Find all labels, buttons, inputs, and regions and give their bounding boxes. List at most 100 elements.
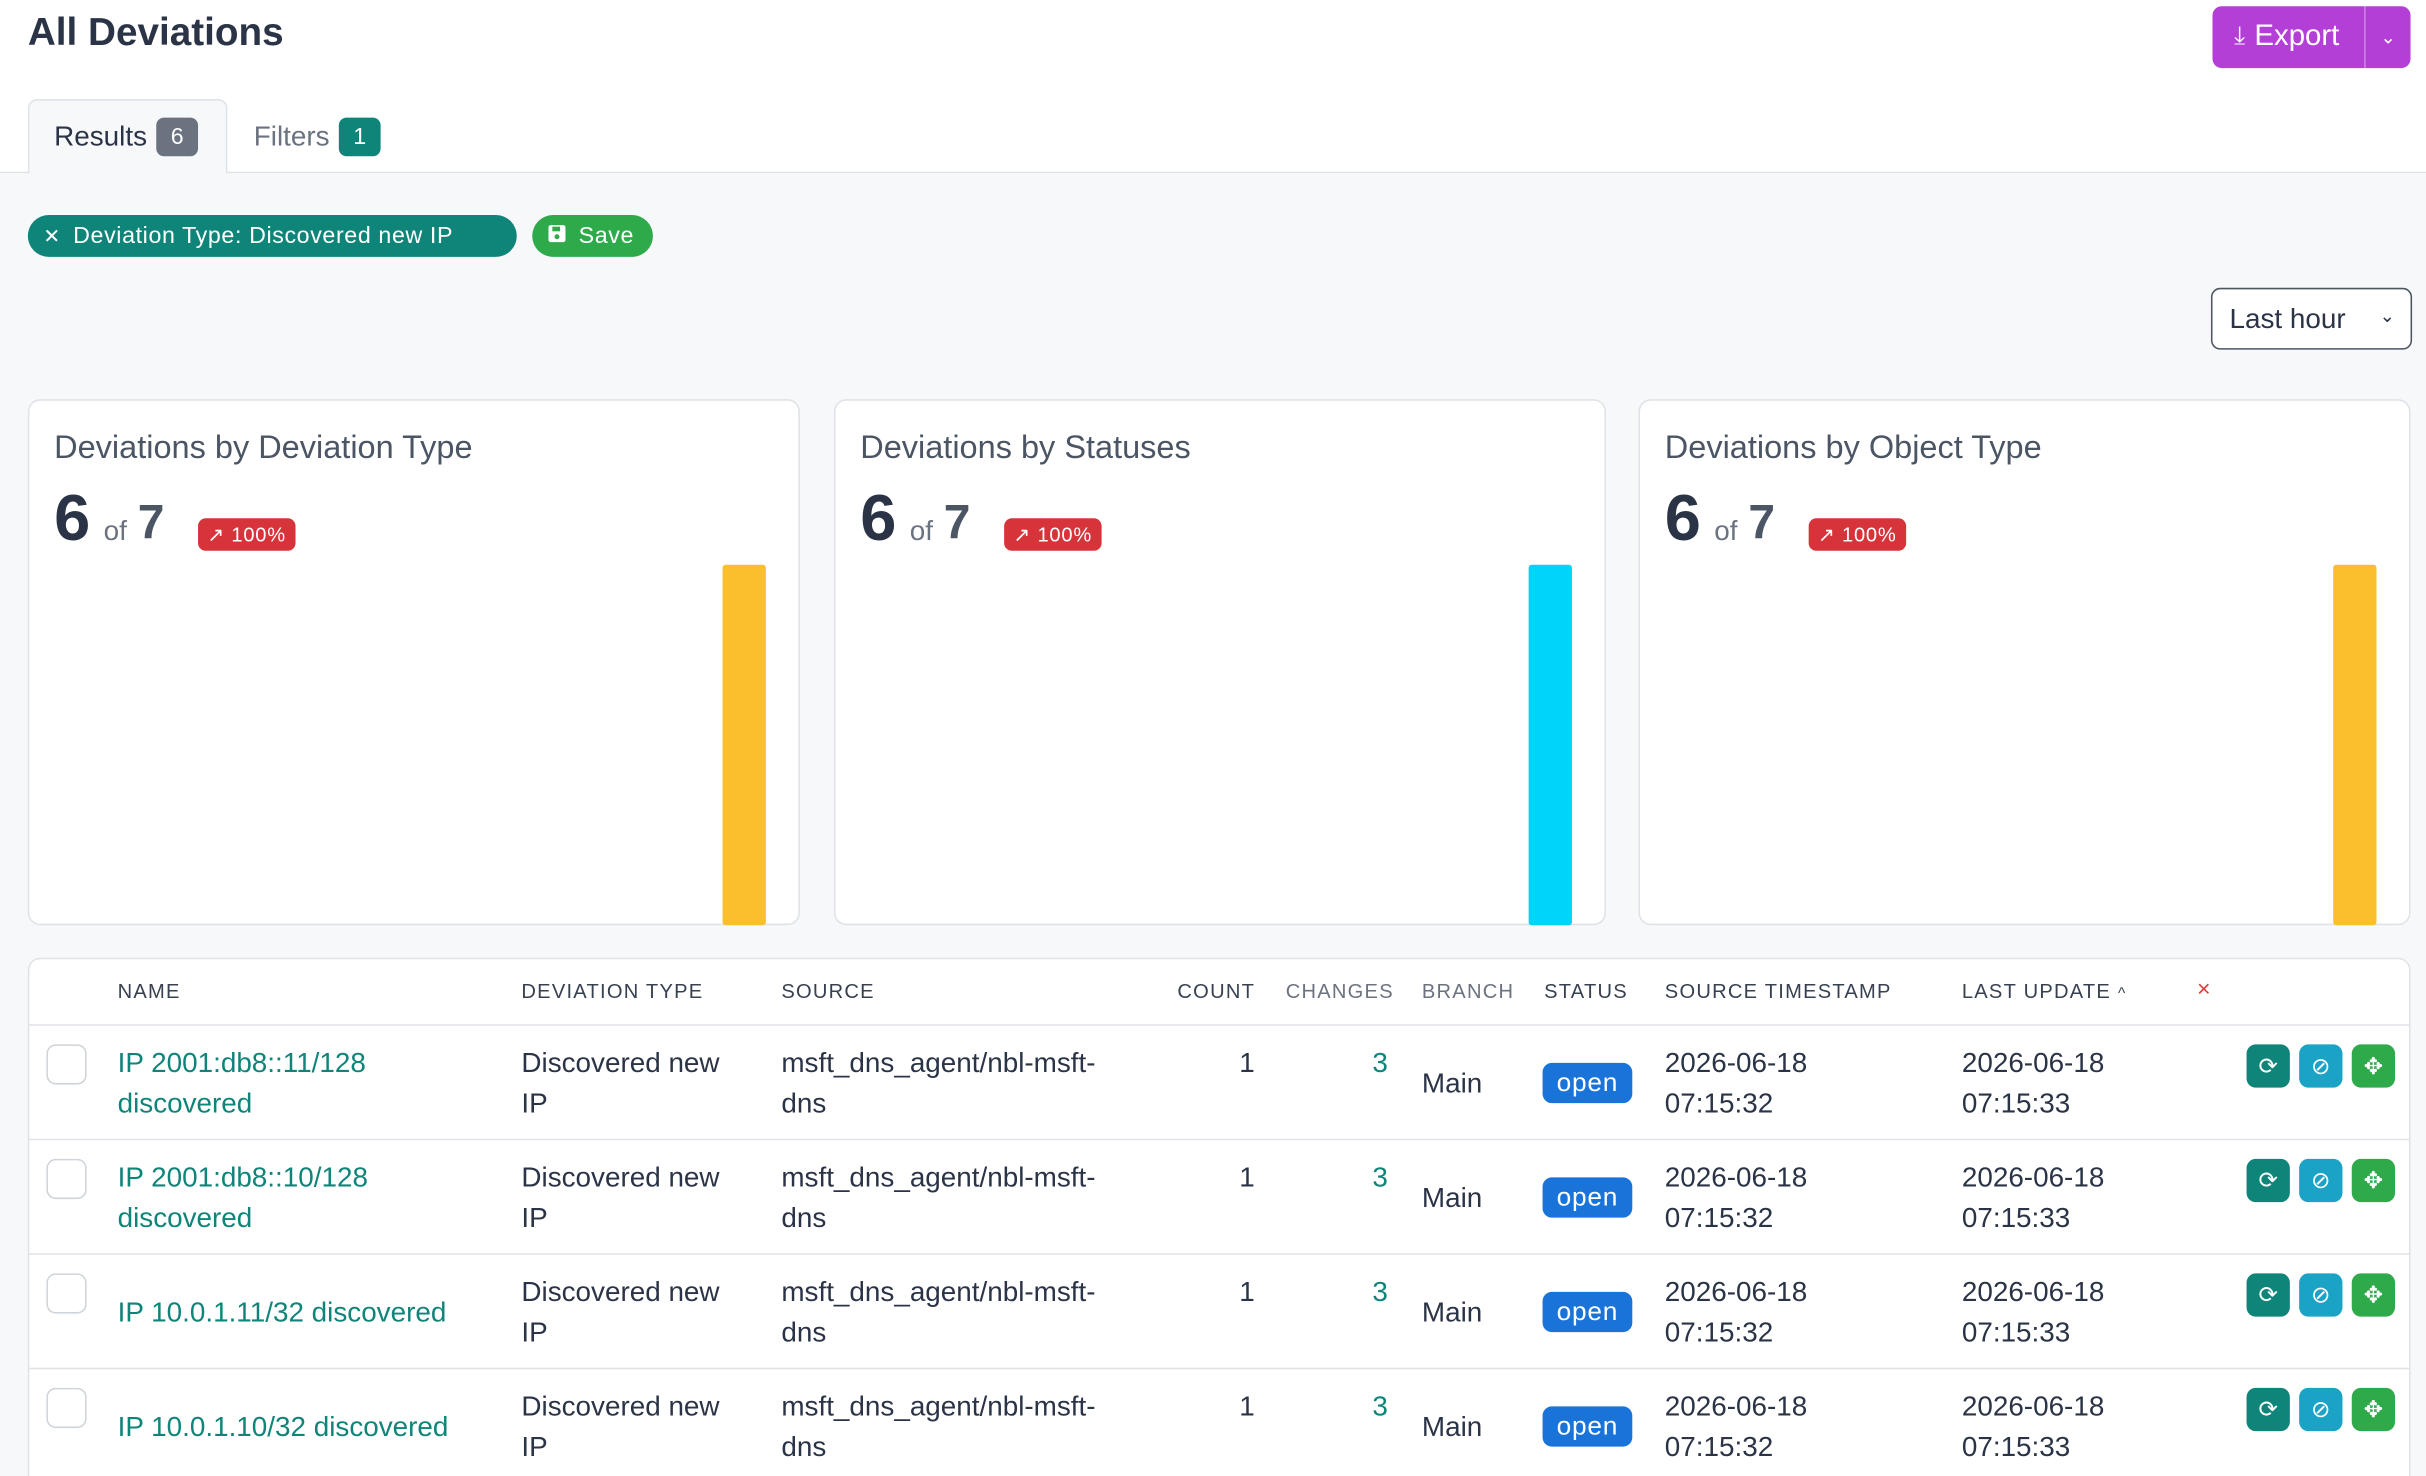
col-source[interactable]: SOURCE: [781, 979, 874, 1002]
active-filter-label: Deviation Type: Discovered new IP: [73, 222, 454, 250]
chart-bar[interactable]: [2333, 564, 2377, 926]
row-changes-link[interactable]: 3: [1372, 1386, 1387, 1426]
type-line2: IP: [521, 1431, 548, 1463]
close-icon[interactable]: ✕: [43, 224, 60, 249]
row-changes-link[interactable]: 3: [1372, 1157, 1387, 1197]
chart-bar[interactable]: [1528, 564, 1572, 926]
status-badge: open: [1542, 1406, 1633, 1447]
type-line2: IP: [521, 1316, 548, 1348]
row-deviation-type: Discovered new IP: [521, 1043, 719, 1123]
eye-off-icon[interactable]: ⊘: [2299, 1044, 2343, 1088]
eye-off-icon[interactable]: ⊘: [2299, 1273, 2343, 1317]
upd-date: 2026-06-18: [1961, 1276, 2105, 1308]
row-checkbox[interactable]: [46, 1273, 87, 1314]
source-line2: dns: [781, 1431, 827, 1463]
status-badge: open: [1542, 1291, 1633, 1333]
row-checkbox[interactable]: [46, 1387, 87, 1429]
chevron-down-icon[interactable]: ⌄: [2364, 6, 2410, 69]
time-range-value: Last hour: [2229, 302, 2346, 334]
row-deviation-type: Discovered new IP: [521, 1272, 719, 1352]
row-branch: Main: [1421, 1296, 1483, 1328]
src-date: 2026-06-18: [1664, 1047, 1808, 1079]
refresh-icon[interactable]: ⟳: [2246, 1044, 2290, 1088]
deviations-table: NAME DEVIATION TYPE SOURCE COUNT CHANGES…: [27, 957, 2411, 1476]
row-last-update: 2026-06-18 07:15:33: [1962, 1386, 2104, 1466]
type-line1: Discovered new: [521, 1390, 720, 1422]
trend-up-icon: ↗: [1013, 522, 1032, 547]
row-last-update: 2026-06-18 07:15:33: [1962, 1157, 2104, 1237]
trend-up-icon: ↗: [1817, 522, 1836, 547]
refresh-icon[interactable]: ⟳: [2246, 1387, 2290, 1432]
tab-results[interactable]: Results 6: [27, 99, 228, 175]
sort-asc-icon: ^: [2117, 985, 2127, 1003]
table-row: IP 10.0.1.10/32 discovered Discovered ne…: [29, 1369, 2409, 1476]
card-of: of: [1714, 515, 1738, 547]
row-checkbox[interactable]: [46, 1158, 87, 1200]
row-changes-link[interactable]: 3: [1372, 1043, 1387, 1083]
col-status[interactable]: STATUS: [1544, 979, 1628, 1002]
row-name-link[interactable]: IP 10.0.1.10/32 discovered: [118, 1406, 449, 1446]
row-count: 1: [1239, 1276, 1255, 1308]
save-label: Save: [578, 222, 635, 250]
move-icon[interactable]: ✥: [2351, 1158, 2396, 1203]
source-line2: dns: [781, 1087, 827, 1119]
refresh-icon[interactable]: ⟳: [2246, 1158, 2290, 1203]
results-count-badge: 6: [156, 117, 199, 157]
export-label: Export: [2254, 20, 2340, 53]
col-name[interactable]: NAME: [118, 979, 181, 1002]
row-source-timestamp: 2026-06-18 07:15:32: [1665, 1272, 1807, 1352]
save-filter-button[interactable]: Save: [532, 215, 653, 257]
tab-filters[interactable]: Filters 1: [229, 99, 405, 175]
upd-time: 07:15:33: [1961, 1431, 2071, 1463]
clear-sort-icon[interactable]: ×: [2197, 976, 2211, 1002]
row-name-link[interactable]: IP 10.0.1.11/32 discovered: [118, 1292, 447, 1332]
move-icon[interactable]: ✥: [2351, 1044, 2396, 1088]
card-object-type: Deviations by Object Type 6 of 7 ↗ 100%: [1638, 399, 2411, 926]
row-name-line2: discovered: [117, 1087, 253, 1119]
col-branch[interactable]: BRANCH: [1422, 979, 1514, 1002]
card-title: Deviations by Object Type: [1664, 430, 2042, 466]
row-checkbox[interactable]: [46, 1044, 87, 1085]
table-row: IP 2001:db8::10/128discovered Discovered…: [29, 1140, 2409, 1255]
row-source-timestamp: 2026-06-18 07:15:32: [1665, 1157, 1807, 1237]
page-title: All Deviations: [27, 10, 284, 55]
export-button[interactable]: ⤓ Export ⌄: [2212, 6, 2411, 69]
source-line2: dns: [781, 1316, 827, 1348]
eye-off-icon[interactable]: ⊘: [2299, 1158, 2343, 1203]
row-count: 1: [1239, 1390, 1255, 1422]
refresh-icon[interactable]: ⟳: [2246, 1273, 2290, 1317]
type-line1: Discovered new: [521, 1276, 720, 1308]
row-name-link[interactable]: IP 2001:db8::11/128discovered: [118, 1043, 366, 1123]
row-name-line2: discovered: [117, 1202, 253, 1234]
row-deviation-type: Discovered new IP: [521, 1157, 719, 1237]
eye-off-icon[interactable]: ⊘: [2299, 1387, 2343, 1432]
type-line2: IP: [521, 1202, 548, 1234]
col-count[interactable]: COUNT: [1177, 979, 1255, 1002]
table-row: IP 2001:db8::11/128discovered Discovered…: [29, 1026, 2409, 1141]
source-line1: msft_dns_agent/nbl-msft-: [781, 1047, 1096, 1079]
col-changes[interactable]: CHANGES: [1286, 979, 1394, 1002]
time-range-select[interactable]: Last hour ⌄: [2210, 287, 2413, 350]
row-name-line1: IP 2001:db8::11/128: [117, 1047, 366, 1079]
trend-badge: ↗ 100%: [1808, 518, 1906, 551]
chart-bar[interactable]: [722, 564, 766, 926]
card-title: Deviations by Deviation Type: [54, 430, 473, 466]
col-last-update[interactable]: LAST UPDATE ^: [1962, 979, 2127, 1002]
row-name-line1: IP 2001:db8::10/128: [117, 1161, 368, 1193]
row-changes-link[interactable]: 3: [1372, 1272, 1387, 1312]
move-icon[interactable]: ✥: [2351, 1387, 2396, 1432]
floppy-disk-icon: [548, 224, 567, 247]
col-deviation-type[interactable]: DEVIATION TYPE: [521, 979, 703, 1002]
table-row: IP 10.0.1.11/32 discovered Discovered ne…: [29, 1255, 2409, 1370]
statuses-chart: [1528, 564, 1572, 926]
active-filter-chip[interactable]: ✕ Deviation Type: Discovered new IP: [27, 215, 517, 257]
move-icon[interactable]: ✥: [2351, 1273, 2396, 1317]
col-source-timestamp[interactable]: SOURCE TIMESTAMP: [1665, 979, 1892, 1002]
col-last-update-label: LAST UPDATE: [1961, 979, 2112, 1003]
row-deviation-type: Discovered new IP: [521, 1386, 719, 1466]
card-value: 6: [1664, 481, 1701, 554]
src-time: 07:15:32: [1664, 1431, 1774, 1463]
row-name-link[interactable]: IP 2001:db8::10/128discovered: [118, 1157, 368, 1237]
page-header: All Deviations ⤓ Export ⌄ Results 6 Filt…: [0, 0, 2426, 175]
source-line1: msft_dns_agent/nbl-msft-: [781, 1390, 1096, 1422]
